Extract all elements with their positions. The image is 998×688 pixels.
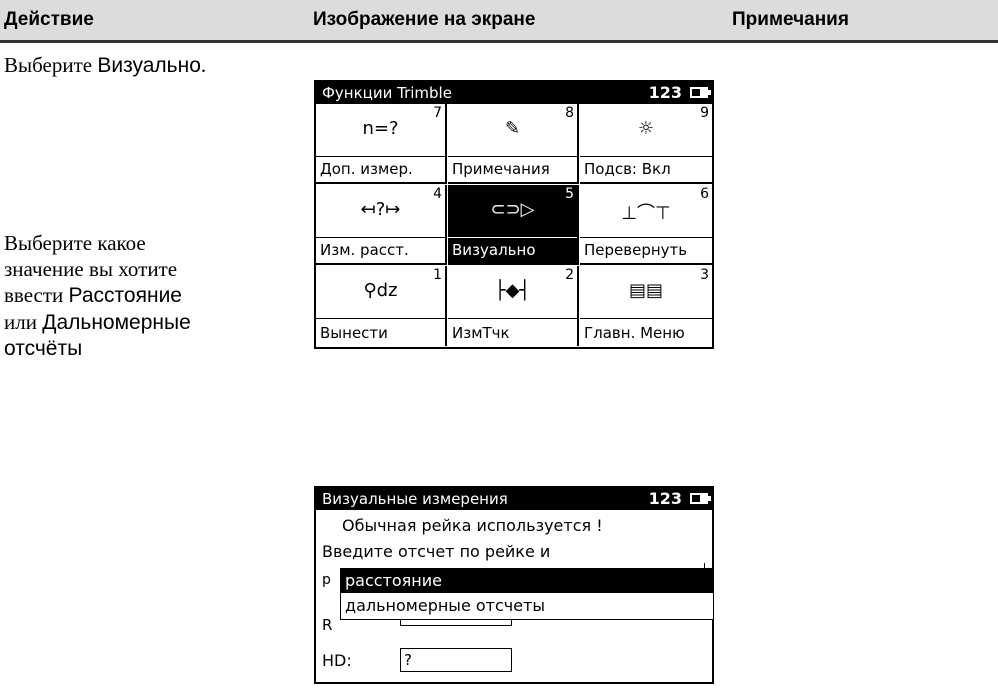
cell-divider <box>580 318 712 319</box>
prompt-text: Введите отсчет по рейке и <box>322 542 551 561</box>
value-type-dropdown[interactable]: расстояние дальномерные отсчеты <box>340 563 714 620</box>
function-cell[interactable]: 6 ⊥⌒⊤ Перевернуть <box>580 185 712 265</box>
function-label: Вынести <box>320 324 388 342</box>
step1-text: Выберите <box>4 53 98 77</box>
hd-input-field[interactable]: ? <box>400 648 512 672</box>
column-header-screen: Изображение на экране <box>313 9 536 30</box>
function-label: Подсв: Вкл <box>584 160 671 178</box>
function-cell[interactable]: 2 ├◆┤ ИзмТчк <box>448 266 579 346</box>
screen-title: Визуальные измерения <box>322 490 508 508</box>
step2-line: значение вы хотите <box>4 257 178 281</box>
function-cell[interactable]: 5 ⊂⊃▷ Визуально <box>448 185 579 265</box>
step2-ui-term: отсчёты <box>4 337 83 360</box>
step2-line: Выберите какое <box>4 231 146 255</box>
n-question-icon: n=? <box>362 118 399 139</box>
flip-icon: ⊥⌒⊤ <box>621 203 671 224</box>
step1-ui-term: Визуально <box>97 54 201 77</box>
function-label: Примечания <box>452 160 550 178</box>
cell-divider <box>580 156 712 157</box>
step2-ui-term: Расстояние <box>68 284 182 307</box>
cell-divider <box>316 237 445 238</box>
step2-instruction: Выберите какое значение вы хотите ввести… <box>4 230 274 362</box>
step2-text: или <box>4 310 43 334</box>
main-menu-icon: ▤▤ <box>628 280 663 301</box>
rod-status-message: Обычная рейка используется ! <box>342 516 603 535</box>
cell-divider <box>580 237 712 238</box>
function-label: Главн. Меню <box>584 324 685 342</box>
function-cell[interactable]: 3 ▤▤ Главн. Меню <box>580 266 712 346</box>
battery-icon <box>690 493 711 504</box>
function-label: Доп. измер. <box>320 160 413 178</box>
function-cell[interactable]: 4 ↤?↦ Изм. расст. <box>316 185 447 265</box>
measure-distance-icon: ↤?↦ <box>360 199 401 220</box>
dropdown-option-stadia[interactable]: дальномерные отсчеты <box>341 594 713 618</box>
screen-title: Функции Trimble <box>322 84 452 102</box>
cell-divider <box>448 156 577 157</box>
function-grid: 7 n=? Доп. измер. 8 ✎ Примечания 9 ☼ Подсв: Вкл 4… <box>316 104 712 347</box>
cell-divider <box>316 156 445 157</box>
header-rule <box>0 40 998 43</box>
screen-title-bar: Функции Trimble 123 <box>316 82 712 104</box>
trimble-functions-screen: Функции Trimble 123 7 n=? Доп. измер. 8 ✎ При… <box>314 80 714 349</box>
function-label: Изм. расст. <box>320 241 409 259</box>
input-mode-indicator: 123 <box>648 83 682 102</box>
partially-hidden-label: р <box>322 572 331 588</box>
partially-hidden-label: R <box>322 616 333 634</box>
function-cell[interactable]: 7 n=? Доп. измер. <box>316 104 447 184</box>
input-mode-indicator: 123 <box>648 489 682 508</box>
table-header: Действие Изображение на экране Примечани… <box>0 0 998 43</box>
cell-divider <box>316 318 445 319</box>
visual-measurements-screen: Визуальные измерения 123 Обычная рейка и… <box>314 486 714 684</box>
cell-divider <box>448 318 577 319</box>
step2-ui-term: Дальномерные <box>42 311 191 334</box>
stakeout-icon: ⚲dz <box>363 280 398 301</box>
step2-line: или Дальномерные <box>4 309 274 336</box>
cell-divider <box>448 237 577 238</box>
function-cell[interactable]: 8 ✎ Примечания <box>448 104 579 184</box>
function-cell[interactable]: 1 ⚲dz Вынести <box>316 266 447 346</box>
function-label: ИзмТчк <box>452 324 510 342</box>
battery-icon <box>690 87 711 98</box>
step2-text: ввести <box>4 283 69 307</box>
column-header-action: Действие <box>4 9 94 30</box>
dropdown-option-distance[interactable]: расстояние <box>341 569 713 593</box>
function-label: Перевернуть <box>584 241 688 259</box>
step2-line: ввести Расстояние <box>4 282 274 309</box>
function-cell[interactable]: 9 ☼ Подсв: Вкл <box>580 104 712 184</box>
notes-icon: ✎ <box>504 118 521 139</box>
function-label: Визуально <box>452 241 536 259</box>
backlight-icon: ☼ <box>637 118 655 139</box>
screen-title-bar: Визуальные измерения 123 <box>316 488 712 510</box>
column-header-notes: Примечания <box>732 9 849 30</box>
measure-point-icon: ├◆┤ <box>494 280 531 301</box>
visual-icon: ⊂⊃▷ <box>490 199 535 220</box>
step1-suffix: . <box>200 53 207 77</box>
step1-instruction: Выберите Визуально. <box>4 52 304 79</box>
hd-label: HD: <box>322 651 352 670</box>
